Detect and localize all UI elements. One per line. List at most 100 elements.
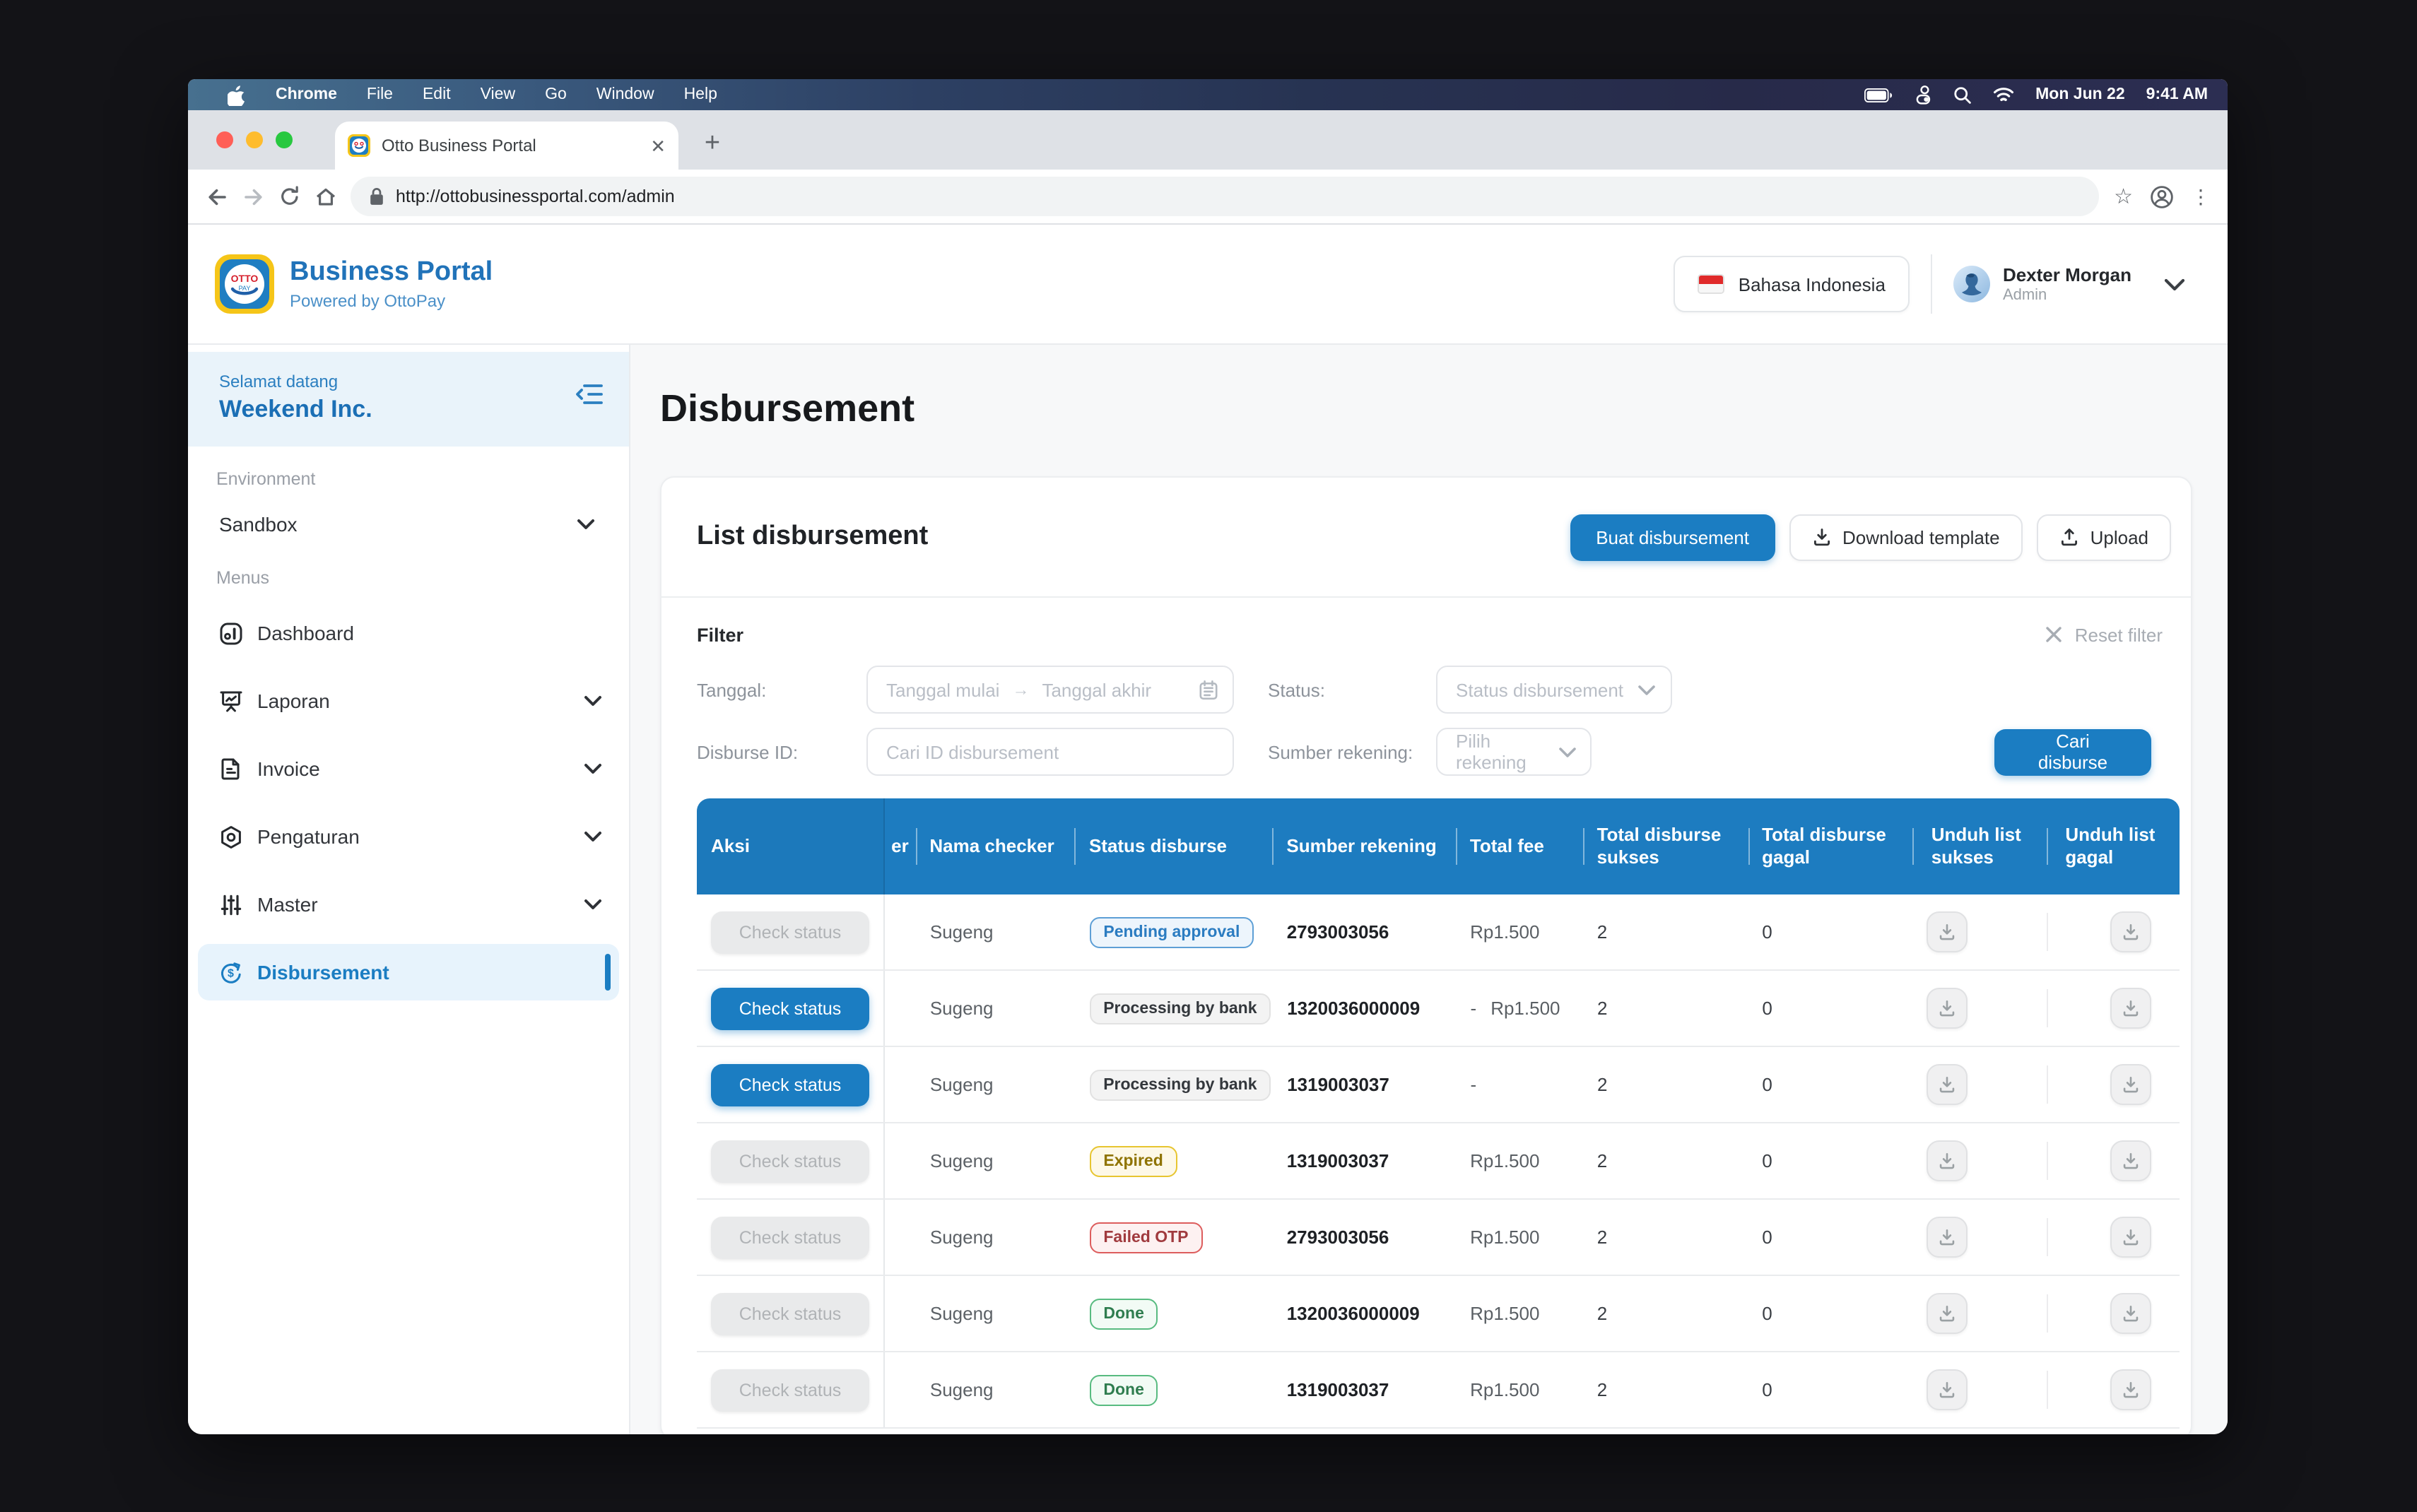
browser-menu-icon[interactable]: ⋮ [2191, 184, 2211, 208]
address-bar[interactable]: http://ottobusinessportal.com/admin [351, 177, 2098, 216]
cell-aksi: Check status [697, 1276, 885, 1351]
menu-edit[interactable]: Edit [423, 86, 451, 103]
status-badge: Done [1089, 1298, 1158, 1329]
brand: OTTOPAY Business Portal Powered by OttoP… [215, 254, 493, 314]
new-tab-button[interactable]: + [694, 126, 731, 163]
cell-status-disburse: Done [1075, 1374, 1272, 1405]
download-gagal-button[interactable] [2110, 1217, 2151, 1258]
menu-go[interactable]: Go [545, 86, 567, 103]
download-sukses-button[interactable] [1927, 1140, 1968, 1181]
date-range-input[interactable]: Tanggal mulai → Tanggal akhir [866, 666, 1234, 714]
cell-sumber-rekening: 1319003037 [1273, 1150, 1456, 1171]
download-gagal-button[interactable] [2110, 911, 2151, 952]
close-window-button[interactable] [216, 131, 233, 148]
download-sukses-button[interactable] [1927, 1369, 1968, 1410]
download-template-button[interactable]: Download template [1789, 514, 2023, 560]
create-disbursement-button[interactable]: Buat disbursement [1570, 514, 1775, 560]
bookmark-star-icon[interactable]: ☆ [2114, 184, 2133, 209]
status-select[interactable]: Status disbursement [1436, 666, 1672, 714]
user-menu[interactable]: Dexter Morgan Admin [1953, 264, 2185, 304]
menu-window[interactable]: Window [596, 86, 654, 103]
language-selector-button[interactable]: Bahasa Indonesia [1674, 256, 1910, 312]
user-switch-icon[interactable] [1914, 84, 1932, 105]
sidebar-item-pengaturan[interactable]: Pengaturan [198, 808, 619, 865]
browser-tab[interactable]: Otto Business Portal ✕ [335, 122, 678, 170]
check-status-button[interactable]: Check status [711, 1292, 869, 1335]
cell-status-disburse: Processing by bank [1075, 993, 1273, 1024]
check-status-button[interactable]: Check status [711, 1369, 869, 1411]
menu-file[interactable]: File [367, 86, 393, 103]
reset-filter-button[interactable]: Reset filter [2045, 624, 2163, 645]
download-sukses-button[interactable] [1927, 988, 1968, 1029]
maximize-window-button[interactable] [276, 131, 293, 148]
environment-selector[interactable]: Sandbox [219, 503, 612, 545]
download-gagal-button[interactable] [2110, 1293, 2151, 1334]
date-end-placeholder: Tanggal akhir [1042, 679, 1151, 700]
apple-menu-icon[interactable] [228, 84, 246, 105]
minimize-window-button[interactable] [246, 131, 263, 148]
check-status-button[interactable]: Check status [711, 1216, 869, 1258]
cell-unduh-sukses [1913, 894, 2047, 969]
sidebar-item-laporan[interactable]: Laporan [198, 673, 619, 729]
status-badge: Failed OTP [1089, 1222, 1202, 1253]
cell-nama-checker: Sugeng [916, 1227, 1076, 1248]
sidebar-item-label: Dashboard [257, 622, 354, 644]
spotlight-search-icon[interactable] [1953, 85, 1972, 104]
search-disburse-button[interactable]: Cari disburse [1994, 728, 2151, 775]
welcome-label: Selamat datang [219, 372, 372, 391]
rekening-select[interactable]: Pilih rekening [1436, 728, 1592, 776]
tab-close-icon[interactable]: ✕ [650, 136, 666, 155]
browser-window: Chrome File Edit View Go Window Help [188, 79, 2228, 1434]
browser-toolbar: http://ottobusinessportal.com/admin ☆ ⋮ [188, 170, 2228, 225]
cell-total-disburse-sukses: 2 [1583, 1303, 1748, 1324]
cell-status-disburse: Failed OTP [1075, 1222, 1272, 1253]
sidebar-item-master[interactable]: Master [198, 876, 619, 933]
profile-icon[interactable] [2150, 184, 2174, 208]
page-title: Disbursement [660, 387, 2228, 431]
download-sukses-button[interactable] [1927, 1217, 1968, 1258]
sidebar-item-dashboard[interactable]: Dashboard [198, 605, 619, 661]
sumber-rekening-label: Sumber rekening: [1268, 741, 1436, 762]
download-icon [2122, 1228, 2140, 1246]
download-sukses-button[interactable] [1927, 1064, 1968, 1105]
header-maker-truncated: er [884, 798, 915, 894]
status-badge: Pending approval [1089, 916, 1254, 947]
reload-icon[interactable] [278, 185, 301, 208]
chevron-down-icon[interactable] [2164, 278, 2185, 290]
download-gagal-button[interactable] [2110, 988, 2151, 1029]
forward-icon[interactable] [242, 184, 266, 208]
download-gagal-button[interactable] [2110, 1369, 2151, 1410]
cell-sumber-rekening: 1319003037 [1273, 1379, 1456, 1400]
menu-help[interactable]: Help [684, 86, 717, 103]
invoice-document-icon [219, 757, 243, 781]
check-status-button[interactable]: Check status [711, 1140, 869, 1182]
download-gagal-button[interactable] [2110, 1064, 2151, 1105]
menu-view[interactable]: View [481, 86, 515, 103]
check-status-button[interactable]: Check status [711, 1063, 869, 1106]
status-placeholder: Status disbursement [1456, 679, 1623, 700]
cell-total-disburse-gagal: 0 [1748, 1379, 1912, 1400]
download-gagal-button[interactable] [2110, 1140, 2151, 1181]
main-content: Disbursement List disbursement Buat disb… [630, 345, 2228, 1434]
download-icon [1939, 1075, 1957, 1094]
cell-unduh-sukses [1913, 1352, 2047, 1427]
welcome-panel: Selamat datang Weekend Inc. [188, 352, 629, 447]
back-icon[interactable] [205, 184, 229, 208]
download-icon [2122, 1075, 2140, 1094]
collapse-sidebar-icon[interactable] [575, 383, 604, 406]
home-icon[interactable] [314, 184, 338, 208]
disburse-id-input[interactable] [866, 728, 1234, 776]
wifi-icon[interactable] [1993, 87, 2014, 102]
upload-button[interactable]: Upload [2037, 514, 2171, 560]
cell-total-disburse-sukses: 2 [1583, 921, 1748, 943]
sidebar-item-invoice[interactable]: Invoice [198, 740, 619, 797]
menu-chrome[interactable]: Chrome [276, 86, 337, 103]
check-status-button[interactable]: Check status [711, 911, 869, 953]
portal-header: OTTOPAY Business Portal Powered by OttoP… [188, 225, 2228, 345]
cell-unduh-gagal [2047, 894, 2180, 969]
tab-title: Otto Business Portal [382, 136, 639, 155]
check-status-button[interactable]: Check status [711, 987, 869, 1029]
download-sukses-button[interactable] [1927, 911, 1968, 952]
download-sukses-button[interactable] [1927, 1293, 1968, 1334]
sidebar-item-disbursement[interactable]: $ Disbursement [198, 944, 619, 1000]
